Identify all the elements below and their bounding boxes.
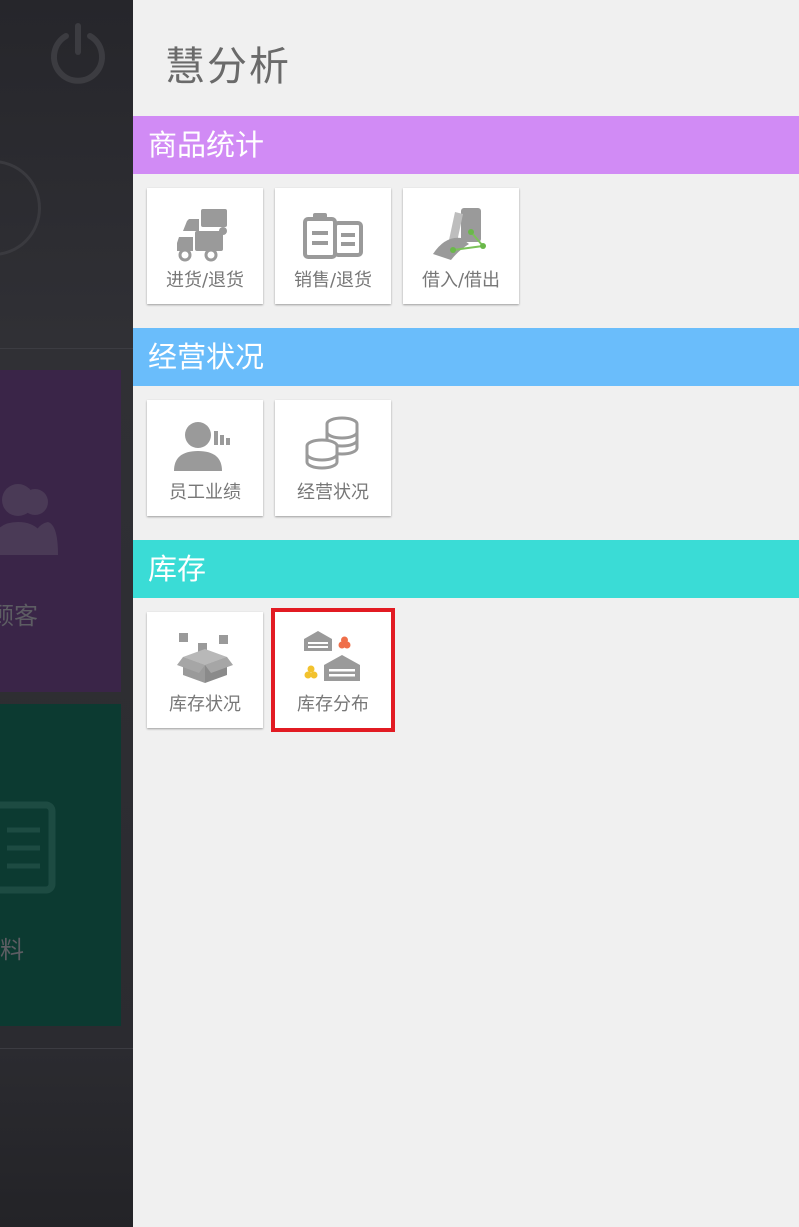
avatar-ring: [0, 160, 41, 256]
section-header-product-stats: 商品统计: [133, 116, 799, 174]
hand-device-icon: [433, 208, 486, 260]
tile-label: 经营状况: [297, 482, 369, 503]
background-app: 顾客 资料: [0, 0, 133, 1227]
tile-inventory-distribution[interactable]: 库存分布: [271, 608, 395, 732]
people-icon: [0, 484, 58, 555]
book-icon: [0, 801, 56, 894]
section-header-inventory: 库存: [133, 540, 799, 598]
section-header-business-status: 经营状况: [133, 328, 799, 386]
data-tile-label: 资料: [0, 936, 24, 964]
analysis-drawer: 慧分析 商品统计 进货/退货 销售/退货 借入/借出 经营状况 员工业绩 经营状…: [133, 0, 799, 1227]
coin-stack-icon: [305, 416, 359, 470]
divider: [0, 1048, 133, 1049]
employee-chart-icon: [174, 422, 230, 471]
warehouses-icon: [304, 631, 360, 681]
tile-label: 借入/借出: [421, 270, 501, 291]
drawer-title: 慧分析: [165, 44, 291, 90]
tile-label: 销售/退货: [293, 270, 373, 291]
trucks-icon: [177, 209, 227, 262]
tile-inventory-status[interactable]: 库存状况: [147, 612, 263, 728]
tile-label: 进货/退货: [165, 270, 245, 291]
open-box-icon: [177, 633, 233, 683]
power-icon[interactable]: [46, 22, 110, 86]
tile-borrow-lend[interactable]: 借入/借出: [403, 188, 519, 304]
tile-sales-return[interactable]: 销售/退货: [275, 188, 391, 304]
tile-business-status[interactable]: 经营状况: [275, 400, 391, 516]
tile-employee-performance[interactable]: 员工业绩: [147, 400, 263, 516]
customer-tile-label: 顾客: [0, 602, 38, 630]
tile-purchase-return[interactable]: 进货/退货: [147, 188, 263, 304]
tile-label: 员工业绩: [169, 482, 241, 503]
tile-label: 库存状况: [169, 694, 241, 715]
clipboard-icon: [303, 213, 363, 259]
divider: [0, 348, 133, 349]
tile-label: 库存分布: [297, 694, 369, 715]
